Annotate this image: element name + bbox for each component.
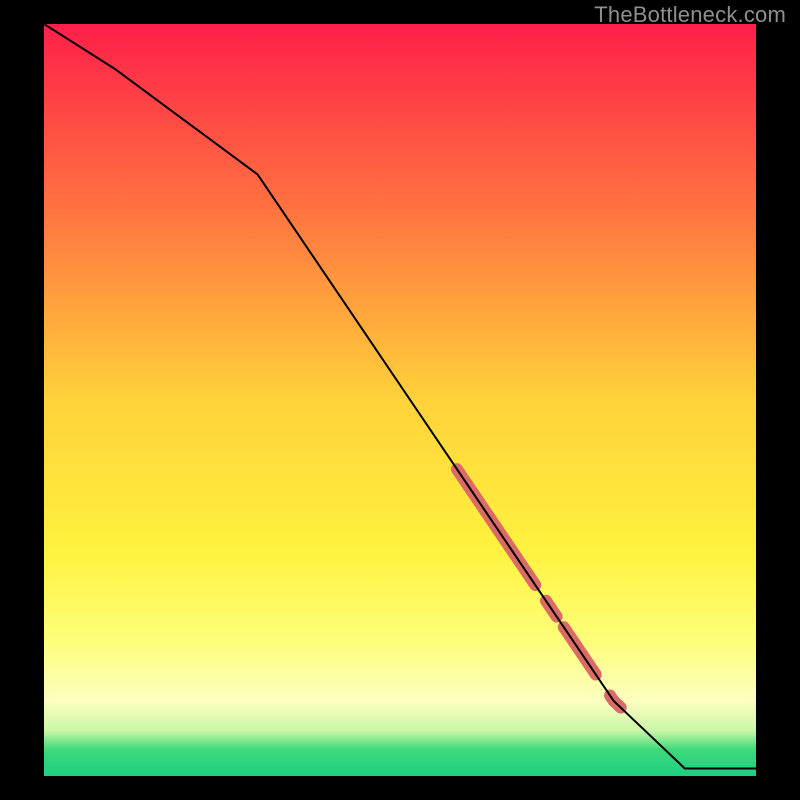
chart-area <box>44 24 756 776</box>
main-curve <box>44 24 756 768</box>
chart-foreground <box>44 24 756 776</box>
